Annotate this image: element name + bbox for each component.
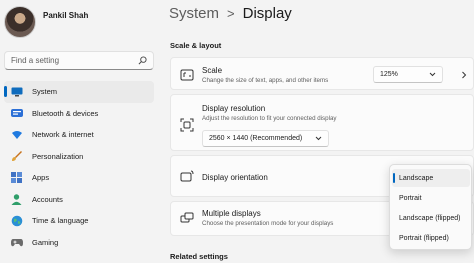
globe-icon <box>10 214 23 227</box>
scale-description: Change the size of text, apps, and other… <box>202 77 329 84</box>
sidebar-item-accounts[interactable]: Accounts <box>4 189 154 211</box>
sidebar-item-personalization[interactable]: Personalization <box>4 146 154 168</box>
sidebar-item-label: Gaming <box>32 237 59 247</box>
sidebar-item-label: Network & internet <box>32 130 94 140</box>
chevron-down-icon <box>429 72 436 77</box>
resolution-icon <box>180 118 194 132</box>
resolution-description: Adjust the resolution to fit your connec… <box>202 115 337 122</box>
monitor-icon <box>10 85 23 98</box>
sidebar-item-label: Bluetooth & devices <box>32 108 99 118</box>
search-placeholder: Find a setting <box>11 56 60 65</box>
brush-icon <box>10 150 23 163</box>
scale-card: Scale Change the size of text, apps, and… <box>170 57 474 90</box>
sidebar-item-label: System <box>32 87 58 97</box>
sidebar-item-network[interactable]: Network & internet <box>4 124 154 146</box>
sidebar: Pankil Shah Find a setting System Blueto… <box>0 0 160 263</box>
orientation-icon <box>180 170 194 184</box>
sidebar-item-bluetooth[interactable]: Bluetooth & devices <box>4 103 154 125</box>
bluetooth-icon <box>10 107 23 120</box>
multiple-displays-description: Choose the presentation mode for your di… <box>202 220 334 227</box>
scale-title: Scale <box>202 66 223 75</box>
breadcrumb-separator: > <box>227 6 235 21</box>
gamepad-icon <box>10 236 23 249</box>
orientation-option-landscape-flipped[interactable]: Landscape (flipped) <box>392 209 470 227</box>
scale-value: 125% <box>380 71 398 78</box>
chevron-down-icon <box>315 136 322 141</box>
breadcrumb: System > Display <box>169 5 292 22</box>
page-title: Display <box>242 5 292 22</box>
sidebar-item-gaming[interactable]: Gaming <box>4 232 154 254</box>
resolution-dropdown[interactable]: 2560 × 1440 (Recommended) <box>202 130 329 147</box>
multiple-displays-icon <box>180 212 194 226</box>
sidebar-item-label: Time & language <box>32 216 89 226</box>
search-icon <box>138 56 147 65</box>
search-input[interactable]: Find a setting <box>4 51 154 70</box>
breadcrumb-parent[interactable]: System <box>169 5 219 22</box>
orientation-dropdown-menu: Landscape Portrait Landscape (flipped) P… <box>389 164 472 250</box>
wifi-icon <box>10 128 23 141</box>
person-icon <box>10 193 23 206</box>
sidebar-item-system[interactable]: System <box>4 81 154 103</box>
sidebar-item-time-language[interactable]: Time & language <box>4 210 154 232</box>
profile[interactable]: Pankil Shah <box>4 6 88 38</box>
avatar[interactable] <box>4 6 36 38</box>
resolution-value: 2560 × 1440 (Recommended) <box>209 135 303 142</box>
profile-name: Pankil Shah <box>43 10 89 20</box>
apps-icon <box>10 171 23 184</box>
resolution-card: Display resolution Adjust the resolution… <box>170 94 474 151</box>
sidebar-item-label: Personalization <box>32 151 84 161</box>
orientation-option-landscape[interactable]: Landscape <box>392 169 470 187</box>
orientation-option-portrait[interactable]: Portrait <box>392 189 470 207</box>
sidebar-nav: System Bluetooth & devices Network & int… <box>4 81 154 253</box>
sidebar-item-label: Accounts <box>32 194 63 204</box>
sidebar-item-label: Apps <box>32 173 50 183</box>
orientation-option-portrait-flipped[interactable]: Portrait (flipped) <box>392 229 470 247</box>
scale-dropdown[interactable]: 125% <box>373 66 443 83</box>
scale-icon <box>180 68 194 82</box>
section-heading-related: Related settings <box>170 252 228 261</box>
multiple-displays-title: Multiple displays <box>202 209 261 218</box>
orientation-title: Display orientation <box>202 173 268 182</box>
section-heading-scale-layout: Scale & layout <box>170 41 222 50</box>
sidebar-item-apps[interactable]: Apps <box>4 167 154 189</box>
resolution-title: Display resolution <box>202 104 266 113</box>
chevron-right-icon[interactable] <box>460 71 468 79</box>
